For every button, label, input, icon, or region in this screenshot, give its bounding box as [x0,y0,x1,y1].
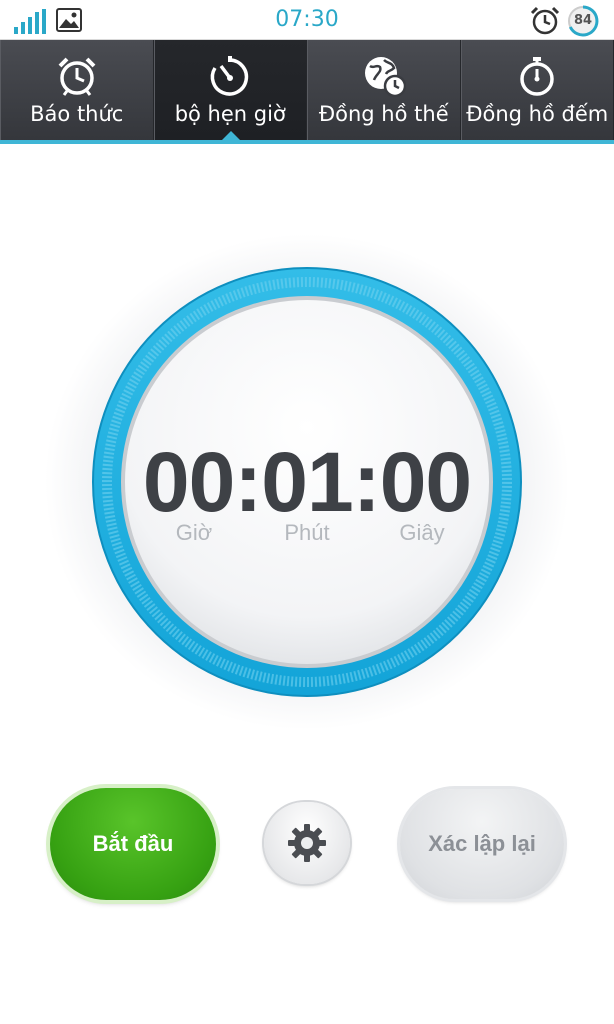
tab-underline [0,140,614,144]
timer-icon [210,56,249,96]
settings-button[interactable] [264,802,350,884]
tab-stopwatch[interactable]: Đồng hồ đếm [460,40,614,140]
active-tab-pointer [222,131,240,140]
status-bar: 07:30 84 [0,0,614,40]
tab-label: bộ hẹn giờ [174,102,286,126]
tab-world-clock[interactable]: Đồng hồ thế [307,40,461,140]
tab-label: Đồng hồ đếm [466,102,609,126]
world-clock-icon [364,57,406,98]
seconds-label: Giây [399,520,445,545]
stopwatch-icon [520,57,554,96]
alarm-icon [530,6,560,35]
tab-bar: Báo thức bộ hẹn giờ Đồng hồ thế Đồng hồ … [0,40,614,143]
timer-display: 00:01:00 [142,435,472,529]
reset-button[interactable]: Xác lập lại [400,789,564,899]
tab-label: Báo thức [30,102,124,126]
status-time: 07:30 [275,7,339,32]
tab-timer[interactable]: bộ hẹn giờ [153,40,307,140]
battery-level: 84 [573,13,593,28]
hours-label: Giờ [175,520,213,545]
start-button[interactable]: Bắt đầu [50,788,216,900]
tab-alarm[interactable]: Báo thức [0,40,154,140]
minutes-label: Phút [284,520,330,545]
gear-icon [288,824,326,862]
alarm-clock-icon [58,57,96,96]
tab-label: Đồng hồ thế [318,102,449,126]
